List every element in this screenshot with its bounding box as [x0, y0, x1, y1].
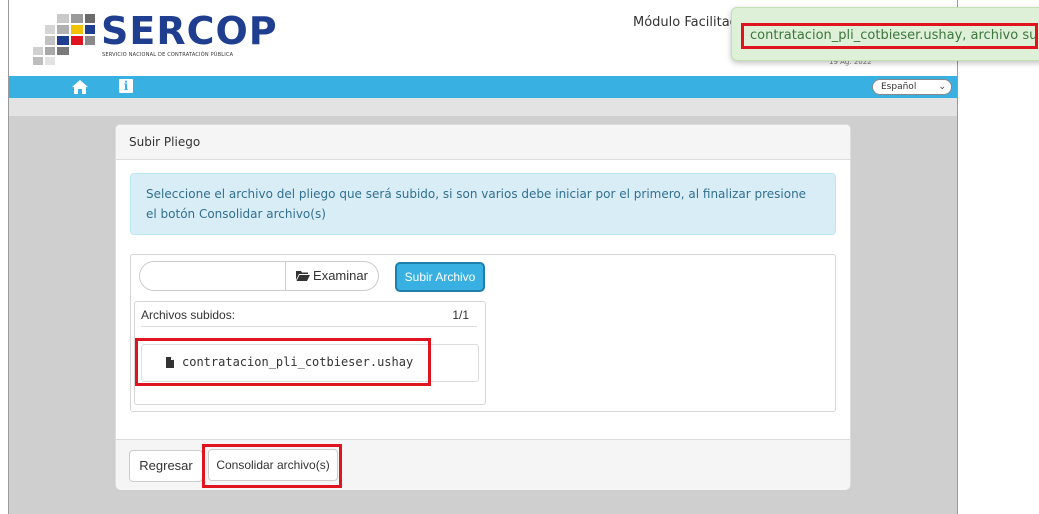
panel-title: Subir Pliego — [129, 135, 201, 149]
file-name: contratacion_pli_cotbieser.ushay — [182, 355, 414, 369]
info-icon[interactable]: i — [119, 79, 133, 93]
logo-subtitle: SERVICIO NACIONAL DE CONTRATACIÓN PÚBLIC… — [102, 52, 234, 58]
list-item[interactable]: contratacion_pli_cotbieser.ushay — [141, 344, 479, 382]
language-select[interactable]: Español ⌄ — [872, 79, 952, 95]
folder-open-icon — [296, 271, 311, 281]
file-icon — [166, 357, 174, 368]
files-header-label: Archivos subidos: — [141, 308, 236, 322]
upload-box: Examinar Subir Archivo Archivos subidos:… — [130, 254, 836, 412]
navbar: i — [9, 76, 957, 98]
panel-footer: Regresar Consolidar archivo(s) — [116, 439, 850, 490]
files-count: 1/1 — [452, 308, 469, 322]
files-header: Archivos subidos: 1/1 — [141, 308, 477, 327]
back-button[interactable]: Regresar — [129, 450, 203, 482]
browse-button[interactable]: Examinar — [285, 261, 379, 291]
logo-text: SERCOP — [101, 9, 278, 53]
file-path-input[interactable] — [139, 261, 289, 291]
instructions-alert: Seleccione el archivo del pliego que ser… — [130, 173, 836, 235]
panel-heading: Subir Pliego — [116, 125, 850, 160]
subheader-bar — [9, 98, 957, 116]
upload-success-toast[interactable]: contratacion_pli_cotbieser.ushay, archiv… — [731, 7, 1039, 61]
consolidate-files-button[interactable]: Consolidar archivo(s) — [208, 449, 338, 481]
language-value: Español — [881, 82, 917, 92]
uploaded-files-panel: Archivos subidos: 1/1 contratacion_pli_c… — [134, 301, 486, 405]
chevron-down-icon: ⌄ — [938, 82, 946, 92]
logo-mark — [33, 14, 95, 66]
home-icon[interactable] — [71, 79, 89, 95]
upload-panel: Subir Pliego Seleccione el archivo del p… — [115, 124, 851, 490]
upload-file-button[interactable]: Subir Archivo — [395, 262, 485, 292]
browse-label: Examinar — [313, 268, 368, 283]
toast-message: contratacion_pli_cotbieser.ushay, archiv… — [741, 23, 1038, 49]
